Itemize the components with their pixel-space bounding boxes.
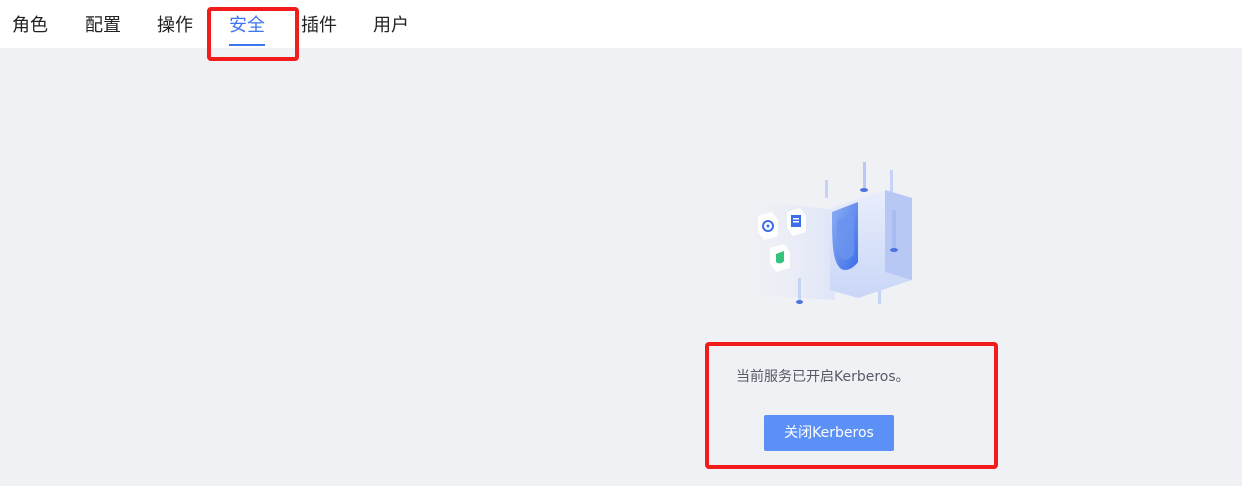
tab-roles[interactable]: 角色 [12,12,48,40]
tab-plugins[interactable]: 插件 [301,12,337,40]
tab-operations[interactable]: 操作 [157,12,193,40]
tab-config[interactable]: 配置 [85,12,121,40]
tab-users[interactable]: 用户 [373,12,409,40]
active-tab-indicator [229,44,265,46]
disable-kerberos-button[interactable]: 关闭Kerberos [764,415,894,451]
gear-icon [758,212,778,240]
kerberos-status-text: 当前服务已开启Kerberos。 [736,369,910,385]
tab-security[interactable]: 安全 [229,12,265,40]
shield-check-icon [770,244,790,272]
tab-bar: 角色 配置 操作 安全 插件 用户 [0,0,1242,48]
shield-illustration [750,162,912,304]
